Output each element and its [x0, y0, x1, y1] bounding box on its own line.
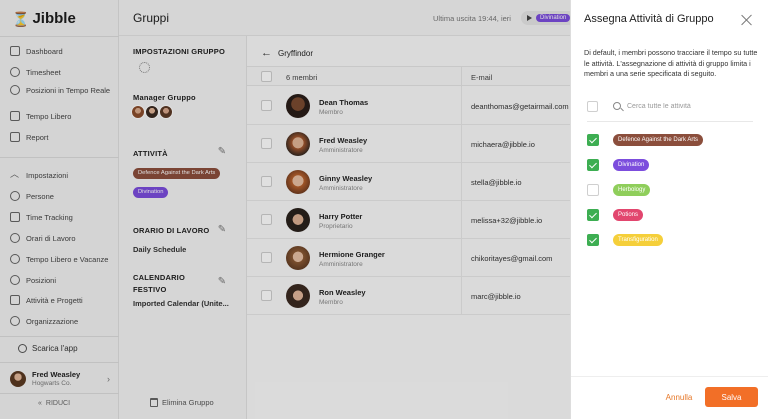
activity-checkbox[interactable] [587, 134, 599, 146]
activity-search-input[interactable] [627, 100, 747, 112]
close-icon[interactable] [741, 14, 753, 26]
activity-option-divination[interactable]: Divination [587, 158, 757, 172]
save-button[interactable]: Salva [705, 387, 758, 407]
select-all-activities-checkbox[interactable] [587, 101, 598, 112]
footer-divider [571, 376, 768, 377]
activity-tag: Divination [613, 159, 650, 171]
activity-checkbox[interactable] [587, 234, 599, 246]
activity-option-transfiguration[interactable]: Transfiguration [587, 233, 757, 247]
activity-checkbox[interactable] [587, 209, 599, 221]
assign-activities-panel: Assegna Attività di Gruppo Di default, i… [570, 0, 768, 419]
activity-tag: Potions [613, 209, 644, 221]
activity-option-potions[interactable]: Potions [587, 208, 757, 222]
activity-checkbox[interactable] [587, 159, 599, 171]
activity-tag: Transfiguration [613, 234, 663, 246]
panel-description: Di default, i membri possono tracciare i… [584, 48, 758, 78]
activity-tag: Defence Against the Dark Arts [613, 134, 704, 146]
modal-overlay[interactable] [0, 0, 570, 419]
search-icon [613, 102, 621, 110]
activity-search-row [587, 100, 753, 122]
activity-tag: Herbology [613, 184, 651, 196]
cancel-button[interactable]: Annulla [659, 389, 699, 405]
activity-option-herbology[interactable]: Herbology [587, 183, 757, 197]
activity-checkbox[interactable] [587, 184, 599, 196]
panel-title: Assegna Attività di Gruppo [584, 13, 714, 25]
activity-option-defence[interactable]: Defence Against the Dark Arts [587, 133, 757, 147]
